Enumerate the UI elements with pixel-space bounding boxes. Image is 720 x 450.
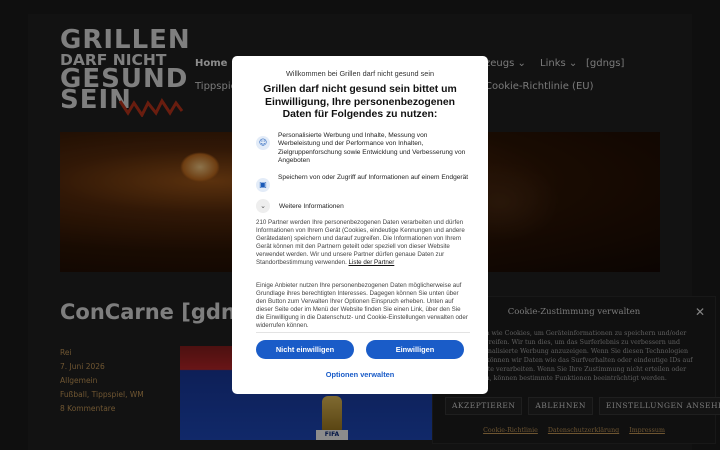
manage-options-button[interactable]: Optionen verwalten — [232, 370, 488, 379]
consent-dialog: Willkommen bei Grillen darf nicht gesund… — [232, 56, 488, 394]
consent-purpose: ▣ Speichern von oder Zugriff auf Informa… — [256, 174, 470, 192]
consent-purpose-text: Speichern von oder Zugriff auf Informati… — [278, 174, 469, 181]
consent-site-title: Willkommen bei Grillen darf nicht gesund… — [285, 69, 435, 78]
partner-list-link[interactable]: Liste der Partner — [349, 259, 395, 266]
consent-heading: Grillen darf nicht gesund sein bittet um… — [263, 84, 457, 120]
chevron-down-icon: ⌄ — [256, 199, 270, 213]
consent-body-partners: 210 Partner werden Ihre personenbezogene… — [256, 219, 470, 268]
accept-button[interactable]: Einwilligen — [366, 340, 464, 359]
divider — [256, 332, 470, 333]
more-info-toggle[interactable]: ⌄ Weitere Informationen — [256, 199, 344, 213]
consent-body-interest: Einige Anbieter nutzen Ihre personenbezo… — [256, 282, 468, 330]
person-icon: ☺ — [256, 136, 270, 150]
device-icon: ▣ — [256, 178, 270, 192]
consent-purpose: ☺ Personalisierte Werbung und Inhalte, M… — [256, 132, 470, 165]
deny-button[interactable]: Nicht einwilligen — [256, 340, 354, 359]
more-info-label: Weitere Informationen — [279, 202, 344, 210]
consent-purpose-text: Personalisierte Werbung und Inhalte, Mes… — [278, 132, 466, 164]
